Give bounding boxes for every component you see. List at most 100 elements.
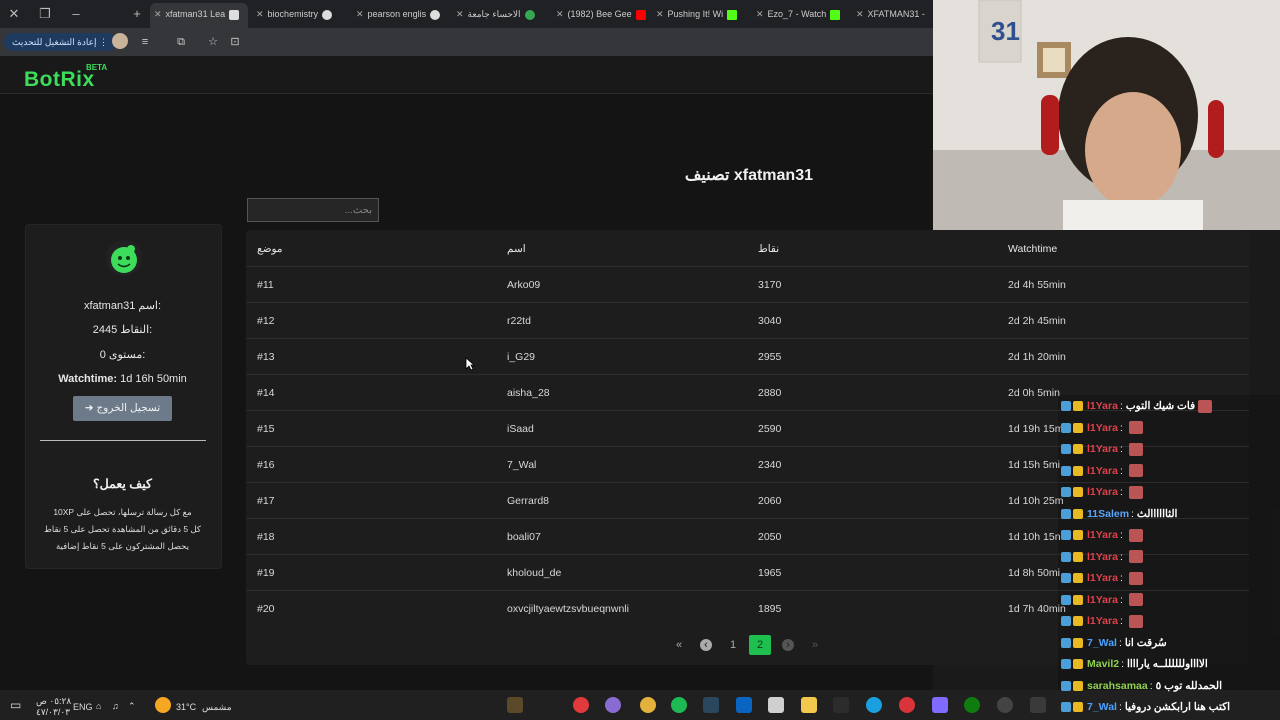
install-app-icon[interactable]: ⊡	[228, 33, 242, 51]
taskbar-time: ٠٥:٢٨ ص	[36, 696, 72, 706]
cell-points: 2590	[758, 423, 782, 435]
tab-close-icon[interactable]: ✕	[154, 3, 162, 25]
moderator-badge-icon	[1061, 594, 1071, 605]
logout-label: تسجيل الخروج	[96, 402, 161, 414]
weather-label: مشمس	[202, 702, 232, 712]
extensions-icon[interactable]: ⧉	[174, 33, 188, 51]
logout-button[interactable]: تسجيل الخروج ➜	[73, 396, 172, 421]
prev-page-button[interactable]: ‹	[695, 635, 717, 655]
page-button-1[interactable]: 1	[722, 635, 744, 655]
cell-rank: #17	[257, 495, 275, 507]
new-tab-icon[interactable]: +	[125, 4, 149, 24]
wifi-icon[interactable]: ⌂	[96, 701, 101, 711]
tab-close-icon[interactable]: ✕	[856, 3, 864, 25]
chat-username[interactable]: l1Yara	[1087, 422, 1118, 434]
minimize-window-icon[interactable]: –	[64, 4, 88, 24]
file-explorer-icon[interactable]	[801, 697, 817, 713]
card-divider	[40, 440, 206, 441]
store-app-icon[interactable]	[768, 697, 784, 713]
browser-tab-4[interactable]: ✕ الاحساء جامعة	[452, 3, 548, 25]
next-page-button[interactable]: ›	[777, 635, 799, 655]
steam-app-icon[interactable]	[703, 697, 719, 713]
close-window-icon[interactable]: ✕	[2, 4, 26, 24]
chat-username[interactable]: l1Yara	[1087, 486, 1118, 498]
chat-username[interactable]: l1Yara	[1087, 594, 1118, 606]
tab-close-icon[interactable]: ✕	[356, 3, 364, 25]
chevron-right-icon: ›	[782, 639, 794, 651]
browser-tab-2[interactable]: ✕ biochemistry	[252, 3, 348, 25]
cell-rank: #19	[257, 567, 275, 579]
restore-window-icon[interactable]: ❐	[33, 4, 57, 24]
app-icon[interactable]	[605, 697, 621, 713]
browser-tab-7[interactable]: ✕ Ezo_7 - Watch	[752, 3, 848, 25]
crown-badge-icon	[1073, 702, 1083, 713]
copilot-app-icon[interactable]	[932, 697, 948, 713]
last-page-button[interactable]: »	[804, 635, 826, 655]
tab-label: XFATMAN31 -	[867, 9, 925, 19]
cell-watchtime: 2d 2h 45min	[1008, 315, 1066, 327]
update-button-label: إعادة التشغيل للتحديث	[12, 37, 97, 47]
mouse-cursor-icon	[465, 357, 475, 371]
botrix-logo[interactable]: BotRix	[24, 68, 95, 92]
tab-close-icon[interactable]: ✕	[456, 3, 464, 25]
chat-username[interactable]: 7_Wal	[1087, 701, 1117, 713]
browser-tab-3[interactable]: ✕ pearson englis	[352, 3, 448, 25]
chat-username[interactable]: 11Salem	[1087, 508, 1129, 520]
tab-close-icon[interactable]: ✕	[256, 3, 264, 25]
tab-close-icon[interactable]: ✕	[656, 3, 664, 25]
chrome-app-icon[interactable]	[640, 697, 656, 713]
search-input[interactable]	[247, 198, 379, 222]
browser-tab-5[interactable]: ✕ (1982) Bee Gee	[552, 3, 648, 25]
browser-tab-6[interactable]: ✕ Pushing It! Wi	[652, 3, 748, 25]
chat-username[interactable]: sarahsamaa	[1087, 680, 1148, 692]
chat-username[interactable]: l1Yara	[1087, 443, 1118, 455]
cell-watchtime: 1d 8h 50mi	[1008, 567, 1060, 579]
cell-points: 3170	[758, 279, 782, 291]
chat-username[interactable]: Mavil2	[1087, 658, 1119, 670]
kick-favicon-icon	[727, 9, 738, 20]
chat-username[interactable]: l1Yara	[1087, 400, 1118, 412]
tray-chevron-up-icon[interactable]: ⌃	[128, 701, 136, 712]
notifications-icon[interactable]: ▭	[10, 698, 21, 712]
minecraft-app-icon[interactable]	[507, 697, 523, 713]
edge-app-icon[interactable]	[866, 697, 882, 713]
tab-close-icon[interactable]: ✕	[756, 3, 764, 25]
bookmark-star-icon[interactable]: ☆	[206, 33, 220, 51]
chat-username[interactable]: l1Yara	[1087, 465, 1118, 477]
moderator-badge-icon	[1061, 702, 1071, 713]
moderator-badge-icon	[1061, 616, 1071, 627]
outlook-app-icon[interactable]	[736, 697, 752, 713]
xbox-app-icon[interactable]	[964, 697, 980, 713]
chevron-left-icon: ‹	[700, 639, 712, 651]
tab-label: Ezo_7 - Watch	[767, 9, 827, 19]
language-indicator[interactable]: ENG	[73, 702, 93, 712]
chat-emote-icon	[1128, 421, 1143, 435]
chat-username[interactable]: l1Yara	[1087, 615, 1118, 627]
browser-tab-8[interactable]: ✕ XFATMAN31 -	[852, 3, 932, 25]
volume-icon[interactable]: ♫	[112, 701, 119, 711]
cell-watchtime: 1d 19h 15m	[1008, 423, 1064, 435]
page-button-2[interactable]: 2	[749, 635, 771, 655]
browser-tab-1[interactable]: ✕ xfatman31 Lea	[150, 3, 248, 28]
obs-app-icon[interactable]	[573, 697, 589, 713]
weather-sun-icon[interactable]	[155, 697, 171, 713]
chat-username[interactable]: l1Yara	[1087, 551, 1118, 563]
chat-username[interactable]: l1Yara	[1087, 572, 1118, 584]
restart-to-update-button[interactable]: ⋮ إعادة التشغيل للتحديث	[4, 33, 117, 51]
first-page-button[interactable]: «	[668, 635, 690, 655]
header-divider	[246, 266, 1249, 267]
settings-gear-icon[interactable]	[997, 697, 1013, 713]
chat-username[interactable]: l1Yara	[1087, 529, 1118, 541]
moderator-badge-icon	[1061, 401, 1071, 412]
reading-list-icon[interactable]: ≡	[138, 33, 152, 51]
profile-points: 2445 النقاط:	[92, 324, 153, 336]
chat-message: 7_Wal: اكتب هنا ارابكشن دروفيا	[1061, 698, 1230, 716]
spotify-app-icon[interactable]	[671, 697, 687, 713]
chat-username[interactable]: 7_Wal	[1087, 637, 1117, 649]
profile-avatar-icon[interactable]	[112, 33, 128, 49]
tab-close-icon[interactable]: ✕	[556, 3, 564, 25]
terminal-app-icon[interactable]	[833, 697, 849, 713]
task-view-icon[interactable]	[1030, 697, 1046, 713]
app-icon[interactable]	[899, 697, 915, 713]
column-header-name: اسم	[507, 243, 526, 255]
